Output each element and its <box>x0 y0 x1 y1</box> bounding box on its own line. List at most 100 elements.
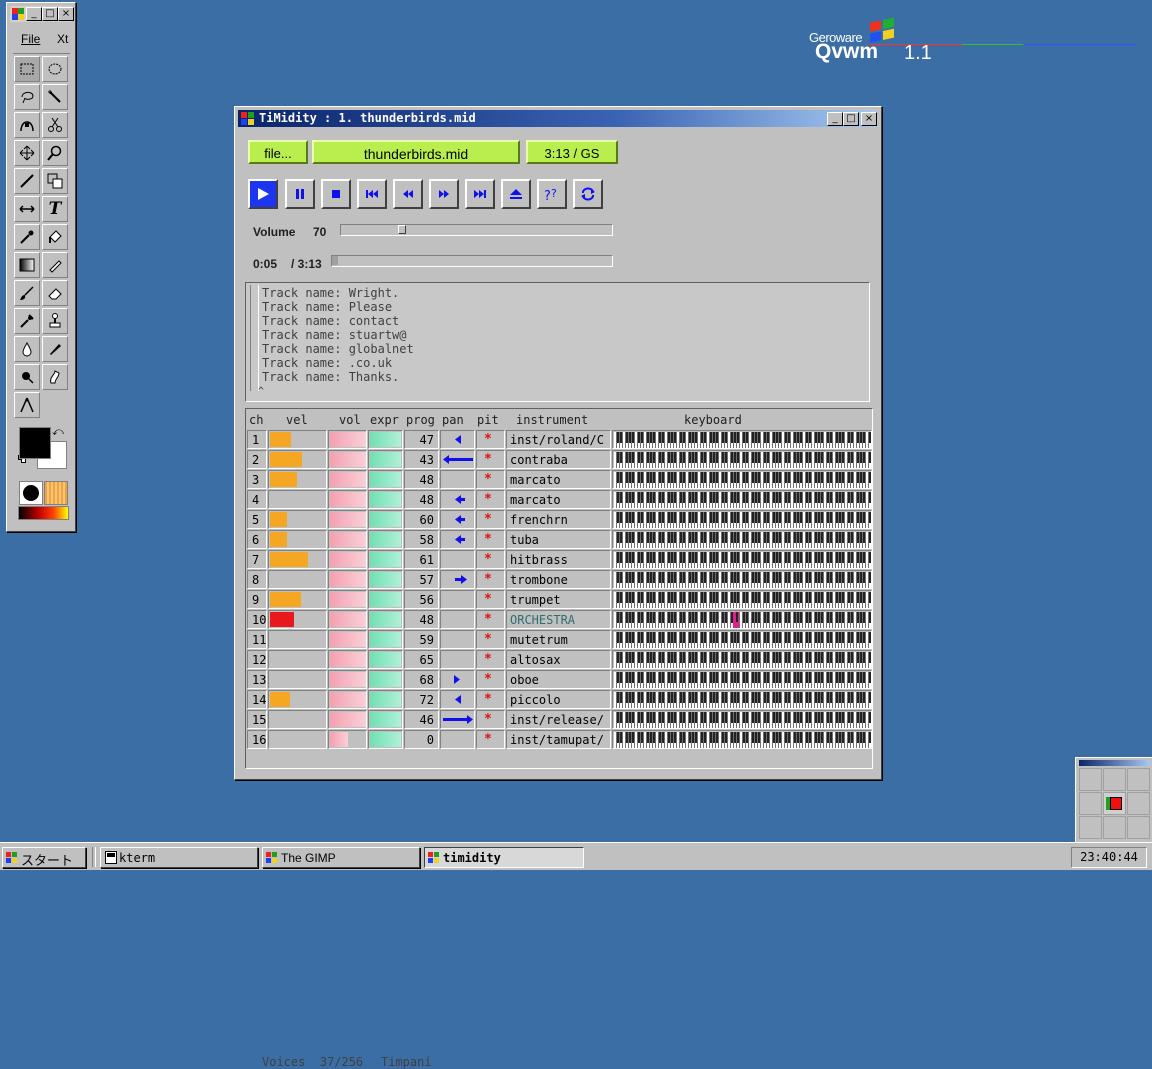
channel-row[interactable]: 3 48 * marcato <box>246 470 872 490</box>
flip-tool[interactable] <box>14 196 40 222</box>
taskbar-item-kterm[interactable]: kterm <box>100 847 258 868</box>
channel-row[interactable]: 12 65 * altosax <box>246 650 872 670</box>
channel-row[interactable]: 1 47 * inst/roland/C <box>246 430 872 450</box>
ink-tool[interactable] <box>42 336 68 362</box>
channel-row[interactable]: 7 61 * hitbrass <box>246 550 872 570</box>
channel-row[interactable]: 13 68 * oboe <box>246 670 872 690</box>
progress-slider[interactable] <box>331 255 613 267</box>
pattern-indicator[interactable] <box>44 481 68 505</box>
menu-file[interactable]: File <box>21 32 40 46</box>
pager-desktop-cell[interactable] <box>1127 816 1150 839</box>
instrument-name[interactable]: marcato <box>506 470 611 489</box>
instrument-name[interactable]: contraba <box>506 450 611 469</box>
taskbar-clock[interactable]: 23:40:44 <box>1071 847 1147 868</box>
file-button[interactable]: file... <box>248 140 308 164</box>
dodge-burn-tool[interactable] <box>14 364 40 390</box>
pager-desktop-cell[interactable] <box>1103 768 1126 791</box>
rewind-button[interactable] <box>393 179 423 209</box>
minimize-button[interactable]: _ <box>827 112 843 126</box>
blend-tool[interactable] <box>14 252 40 278</box>
instrument-name[interactable]: trombone <box>506 570 611 589</box>
eject-button[interactable] <box>501 179 531 209</box>
taskbar-item-timidity[interactable]: timidity <box>424 847 584 868</box>
channel-row[interactable]: 11 59 * mutetrum <box>246 630 872 650</box>
smudge-tool[interactable] <box>42 364 68 390</box>
foreground-color-top[interactable] <box>19 427 51 459</box>
close-button[interactable]: × <box>58 7 74 21</box>
pencil-tool[interactable] <box>42 252 68 278</box>
color-picker-tool[interactable] <box>14 224 40 250</box>
rect-select-tool[interactable] <box>14 56 40 82</box>
airbrush-tool[interactable] <box>14 308 40 334</box>
last-track-button[interactable] <box>465 179 495 209</box>
first-track-button[interactable] <box>357 179 387 209</box>
channel-row[interactable]: 9 56 * trumpet <box>246 590 872 610</box>
instrument-name[interactable]: altosax <box>506 650 611 669</box>
volume-slider-thumb[interactable] <box>398 225 406 234</box>
channel-row[interactable]: 2 43 * contraba <box>246 450 872 470</box>
scissors-tool[interactable] <box>42 112 68 138</box>
stop-button[interactable] <box>321 179 351 209</box>
channel-row[interactable]: 4 48 * marcato <box>246 490 872 510</box>
pager-desktop-cell[interactable] <box>1127 792 1150 815</box>
swap-colors-icon[interactable]: ⤺ <box>52 426 64 439</box>
close-button[interactable]: × <box>861 112 877 126</box>
minimize-button[interactable]: _ <box>26 7 42 21</box>
channel-row[interactable]: 8 57 * trombone <box>246 570 872 590</box>
instrument-name[interactable]: tuba <box>506 530 611 549</box>
pause-button[interactable] <box>285 179 315 209</box>
measure-tool[interactable] <box>14 392 40 418</box>
pager-desktop-cell[interactable] <box>1079 816 1102 839</box>
instrument-name[interactable]: marcato <box>506 490 611 509</box>
pager-desktop-cell[interactable] <box>1079 768 1102 791</box>
pager-desktop-cell[interactable] <box>1127 768 1150 791</box>
channel-row[interactable]: 5 60 * frenchrn <box>246 510 872 530</box>
fuzzy-select-tool[interactable] <box>42 84 68 110</box>
channel-row[interactable]: 10 48 * ORCHESTRA <box>246 610 872 630</box>
taskbar-item-gimp[interactable]: The GIMP <box>262 847 420 868</box>
maximize-button[interactable]: □ <box>42 7 58 21</box>
instrument-name[interactable]: inst/tamupat/ <box>506 730 611 749</box>
instrument-name[interactable]: inst/release/ <box>506 710 611 729</box>
fast-forward-button[interactable] <box>429 179 459 209</box>
channel-row[interactable]: 6 58 * tuba <box>246 530 872 550</box>
console-scroll-edge[interactable] <box>250 285 259 391</box>
channel-row[interactable]: 15 46 * inst/release/ <box>246 710 872 730</box>
instrument-name[interactable]: inst/roland/C <box>506 430 611 449</box>
instrument-name[interactable]: trumpet <box>506 590 611 609</box>
convolve-tool[interactable] <box>14 336 40 362</box>
clone-tool[interactable] <box>42 308 68 334</box>
text-tool[interactable]: T <box>42 196 68 222</box>
free-select-tool[interactable] <box>14 84 40 110</box>
instrument-name[interactable]: oboe <box>506 670 611 689</box>
bucket-fill-tool[interactable] <box>42 224 68 250</box>
time-mode-display[interactable]: 3:13 / GS <box>526 140 618 164</box>
ellipse-select-tool[interactable] <box>42 56 68 82</box>
bezier-select-tool[interactable] <box>14 112 40 138</box>
help-button[interactable]: ?? <box>537 179 567 209</box>
message-console[interactable]: Track name: Wright. Track name: Please T… <box>245 282 870 402</box>
timidity-titlebar[interactable]: TiMidity : 1. thunderbirds.mid _ □ × <box>238 110 877 127</box>
start-button[interactable]: スタート <box>2 847 86 869</box>
channel-row[interactable]: 14 72 * piccolo <box>246 690 872 710</box>
crop-tool[interactable] <box>14 168 40 194</box>
volume-slider[interactable] <box>340 224 613 236</box>
transform-tool[interactable] <box>42 168 68 194</box>
brush-indicator[interactable] <box>19 481 43 505</box>
channel-row[interactable]: 16 0 * inst/tamupat/ <box>246 730 872 750</box>
instrument-name[interactable]: mutetrum <box>506 630 611 649</box>
pager-desktop-cell[interactable] <box>1103 816 1126 839</box>
magnify-tool[interactable] <box>42 140 68 166</box>
play-button[interactable] <box>248 179 278 209</box>
move-tool[interactable] <box>14 140 40 166</box>
maximize-button[interactable]: □ <box>843 112 859 126</box>
instrument-name[interactable]: frenchrn <box>506 510 611 529</box>
pager-desktop-cell[interactable] <box>1079 792 1102 815</box>
instrument-name[interactable]: piccolo <box>506 690 611 709</box>
menu-xtns[interactable]: Xt <box>57 32 68 46</box>
gimp-titlebar[interactable]: _ □ × <box>10 6 74 22</box>
pager-desktop-cell[interactable] <box>1103 792 1126 815</box>
instrument-name[interactable]: ORCHESTRA <box>506 610 611 629</box>
eraser-tool[interactable] <box>42 280 68 306</box>
repeat-button[interactable] <box>573 179 603 209</box>
